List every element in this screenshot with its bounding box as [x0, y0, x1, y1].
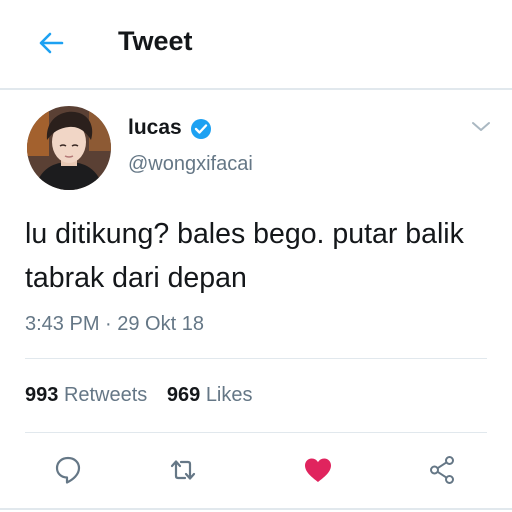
- comment-icon[interactable]: [52, 454, 84, 486]
- page-title: Tweet: [118, 26, 193, 56]
- author-display-name[interactable]: lucas: [128, 116, 182, 140]
- avatar[interactable]: [27, 106, 111, 190]
- avatar-image: [27, 106, 111, 190]
- tweet-stats: 993 Retweets 969 Likes: [25, 384, 267, 407]
- divider: [25, 358, 487, 359]
- retweets-label: Retweets: [63, 384, 148, 406]
- retweet-icon[interactable]: [167, 454, 199, 486]
- heart-icon[interactable]: [302, 454, 334, 486]
- author-handle[interactable]: @wongxifacai: [128, 153, 253, 176]
- likes-stat[interactable]: 969 Likes: [167, 384, 253, 407]
- likes-label: Likes: [205, 384, 253, 406]
- share-icon[interactable]: [427, 454, 459, 486]
- chevron-down-icon[interactable]: [470, 120, 492, 134]
- tweet-text: lu ditikung? bales bego. putar balik tab…: [25, 218, 464, 294]
- likes-count: 969: [166, 384, 201, 406]
- top-bar: Tweet: [0, 0, 512, 90]
- arrow-left-icon[interactable]: [34, 26, 68, 60]
- retweets-stat[interactable]: 993 Retweets: [25, 384, 147, 407]
- bottom-divider: [0, 508, 512, 510]
- verified-badge-icon: [191, 119, 211, 139]
- divider: [25, 432, 487, 433]
- tweet-timestamp[interactable]: 3:43 PM · 29 Okt 18: [25, 313, 204, 336]
- retweets-count: 993: [25, 384, 59, 406]
